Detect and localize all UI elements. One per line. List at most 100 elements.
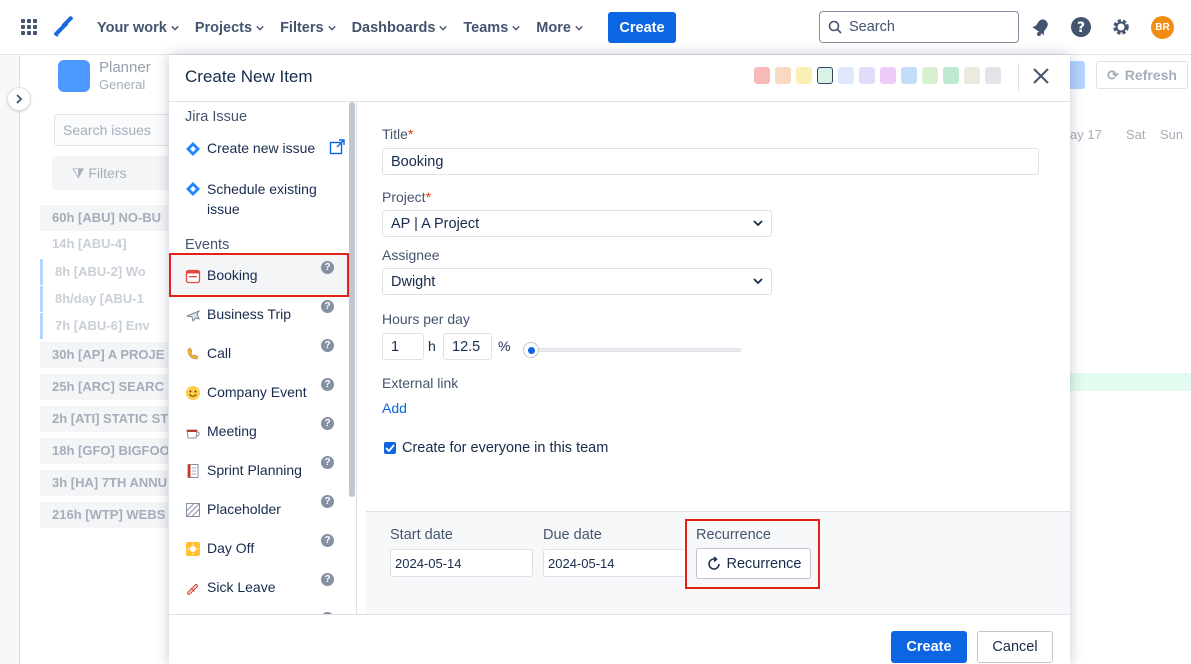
airplane-icon [185, 310, 201, 322]
project-select[interactable]: AP | A Project [382, 210, 772, 237]
list-item[interactable]: 60h [ABU] NO-BU [40, 205, 168, 231]
app-switcher-icon[interactable] [21, 19, 37, 35]
partially-hidden-button[interactable] [1070, 61, 1085, 89]
sidebar-item-label: Call [207, 345, 232, 361]
chevron-down-icon [256, 25, 264, 31]
color-swatch[interactable] [901, 67, 917, 84]
project-value: AP | A Project [391, 216, 480, 232]
search-placeholder: Search [849, 19, 895, 35]
recurrence-button[interactable]: Recurrence [696, 548, 811, 579]
filter-icon: ⧩ [72, 165, 89, 181]
add-external-link[interactable]: Add [382, 400, 407, 416]
color-swatch[interactable] [985, 67, 1001, 84]
help-icon[interactable]: ? [321, 495, 334, 508]
sidebar-item-create-new-issue[interactable]: Create new issue [185, 140, 345, 157]
global-search-input[interactable]: Search [819, 11, 1019, 43]
color-swatch[interactable] [922, 67, 938, 84]
settings-gear-icon[interactable] [1110, 16, 1132, 38]
title-input[interactable]: Booking [382, 148, 1039, 175]
nav-teams[interactable]: Teams [455, 12, 528, 44]
due-date-input[interactable]: 2024-05-14 [543, 549, 686, 577]
repeat-icon [707, 555, 720, 570]
color-swatch[interactable] [838, 67, 854, 84]
chevron-down-icon [753, 220, 763, 227]
sidebar-item-label: Schedule existing issue [207, 181, 317, 217]
help-icon[interactable]: ? [321, 573, 334, 586]
everyone-checkbox-label[interactable]: Create for everyone in this team [402, 440, 608, 456]
help-icon[interactable]: ? [321, 456, 334, 469]
list-item[interactable]: 2h [ATI] STATIC ST [40, 406, 168, 432]
top-create-button[interactable]: Create [608, 12, 676, 43]
color-swatch[interactable] [817, 67, 833, 84]
svg-text:?: ? [1077, 20, 1085, 36]
sidebar-item-label: Company Event [207, 384, 307, 400]
close-icon[interactable] [1031, 66, 1051, 86]
hours-slider-thumb[interactable] [523, 342, 539, 358]
sidebar-item-label: Booking [207, 267, 258, 283]
list-item[interactable]: 7h [ABU-6] Env [40, 313, 168, 339]
nav-label: Teams [463, 19, 509, 36]
sidebar-scrollbar[interactable] [349, 102, 355, 497]
external-link-icon[interactable] [329, 139, 345, 155]
top-navigation: Your work Projects Filters Dashboards Te… [0, 0, 1191, 55]
recurrence-button-label: Recurrence [726, 555, 802, 572]
cancel-button[interactable]: Cancel [977, 631, 1053, 663]
sidebar-item-label: Placeholder [207, 501, 281, 517]
list-item[interactable]: 14h [ABU-4] [40, 231, 168, 257]
help-icon[interactable]: ? [321, 534, 334, 547]
color-swatch[interactable] [964, 67, 980, 84]
sidebar-item-schedule-existing[interactable]: Schedule existing issue [185, 179, 345, 219]
title-label: Title* [382, 126, 414, 142]
sidebar-item-label: Day Off [207, 540, 255, 556]
chevron-right-icon [16, 94, 23, 104]
hours-slider-track[interactable] [531, 348, 741, 352]
filters-button[interactable]: ⧩ Filters [52, 156, 172, 190]
refresh-button[interactable]: ⟳ Refresh [1096, 61, 1188, 89]
list-item[interactable]: 25h [ARC] SEARC [40, 374, 168, 400]
jira-logo-icon[interactable] [52, 15, 74, 39]
percent-input[interactable]: 12.5 [443, 333, 492, 360]
list-item[interactable]: 3h [HA] 7TH ANNU [40, 470, 168, 496]
color-swatch[interactable] [859, 67, 875, 84]
nav-more[interactable]: More [528, 12, 591, 44]
help-icon[interactable]: ? [1070, 16, 1092, 38]
notifications-icon[interactable] [1030, 16, 1052, 38]
start-date-label: Start date [390, 527, 453, 543]
list-item[interactable]: 8h [ABU-2] Wo [40, 259, 168, 285]
nav-dashboards[interactable]: Dashboards [344, 12, 456, 44]
color-swatch[interactable] [775, 67, 791, 84]
create-item-modal: Create New Item Jira Issue Create new is… [169, 55, 1070, 664]
nav-filters[interactable]: Filters [272, 12, 344, 44]
color-swatch[interactable] [754, 67, 770, 84]
color-swatch[interactable] [880, 67, 896, 84]
list-item[interactable]: 216h [WTP] WEBS [40, 502, 168, 528]
refresh-icon: ⟳ [1107, 66, 1119, 83]
help-icon[interactable]: ? [321, 378, 334, 391]
events-heading: Events [185, 237, 230, 253]
list-item[interactable]: 30h [AP] A PROJE [40, 342, 168, 368]
help-icon[interactable]: ? [321, 300, 334, 313]
help-icon[interactable]: ? [321, 417, 334, 430]
color-swatch[interactable] [796, 67, 812, 84]
smiley-icon [186, 386, 200, 400]
help-icon[interactable]: ? [321, 339, 334, 352]
help-icon[interactable]: ? [321, 261, 334, 274]
expand-sidebar-button[interactable] [7, 87, 31, 111]
issues-search-input[interactable]: Search issues [54, 114, 174, 146]
user-avatar[interactable]: BR [1151, 16, 1174, 39]
create-button[interactable]: Create [891, 631, 967, 663]
sidebar-item-label: Sprint Planning [207, 462, 302, 478]
color-swatch[interactable] [943, 67, 959, 84]
everyone-checkbox[interactable] [384, 442, 396, 454]
start-date-input[interactable]: 2024-05-14 [390, 549, 533, 577]
list-item[interactable]: 18h [GFO] BIGFOO [40, 438, 168, 464]
nav-label: Projects [194, 19, 253, 36]
hours-input[interactable]: 1 [382, 333, 424, 360]
assignee-select[interactable]: Dwight [382, 268, 772, 295]
calendar-event-bar[interactable] [1070, 373, 1191, 391]
hatched-square-icon [186, 503, 200, 517]
nav-your-work[interactable]: Your work [89, 12, 187, 44]
nav-projects[interactable]: Projects [187, 12, 272, 44]
list-item[interactable]: 8h/day [ABU-1 [40, 286, 168, 312]
chevron-down-icon [512, 25, 520, 31]
